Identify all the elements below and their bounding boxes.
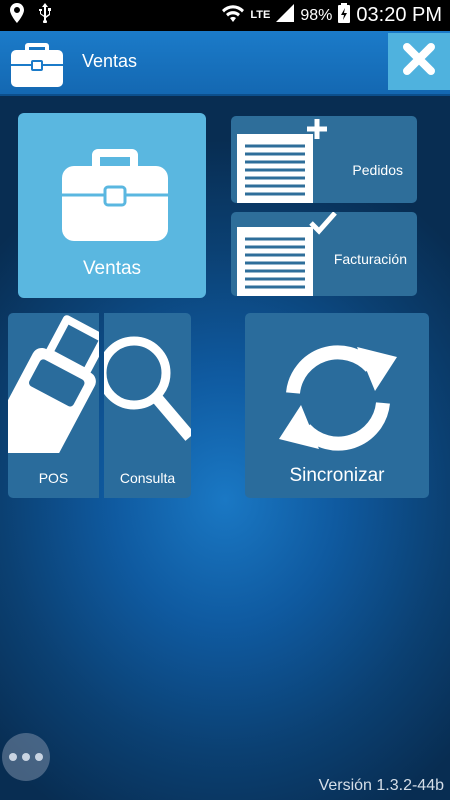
more-icon [9,753,43,761]
briefcase-icon [11,37,63,87]
battery-percent: 98% [300,6,333,24]
magnifier-icon [104,331,191,448]
consulta-tile-label: Consulta [119,470,176,486]
sincronizar-tile[interactable]: Sincronizar [245,313,429,498]
close-icon [402,42,436,81]
app-header: Ventas [0,31,450,96]
pos-tile-label: POS [38,470,69,486]
signal-icon [276,4,295,27]
usb-icon [38,3,52,28]
wifi-icon [222,4,245,27]
facturacion-tile-label: Facturación [333,251,407,267]
pos-terminal-icon [8,313,99,471]
battery-charging-icon [338,3,351,28]
briefcase-icon [62,149,168,246]
overflow-menu-button[interactable] [2,733,50,781]
ventas-tile[interactable]: Ventas [18,113,206,298]
sync-icon [275,335,401,466]
status-time: 03:20 PM [356,4,442,26]
network-type: LTE [250,9,271,21]
facturacion-tile[interactable]: Facturación [231,212,417,296]
pedidos-tile-label: Pedidos [352,162,403,178]
version-label: Versión 1.3.2-44b [318,777,444,794]
page-title: Ventas [82,51,138,71]
pedidos-tile[interactable]: Pedidos [231,116,417,203]
sincronizar-tile-label: Sincronizar [289,465,385,486]
pos-tile[interactable]: POS [8,313,99,498]
ventas-tile-label: Ventas [82,258,142,279]
close-button[interactable] [388,33,450,90]
status-bar: LTE 98% 03:20 PM [0,0,450,31]
document-plus-icon [237,116,337,203]
location-icon [10,3,24,28]
document-check-icon [237,212,347,296]
consulta-tile[interactable]: Consulta [104,313,191,498]
